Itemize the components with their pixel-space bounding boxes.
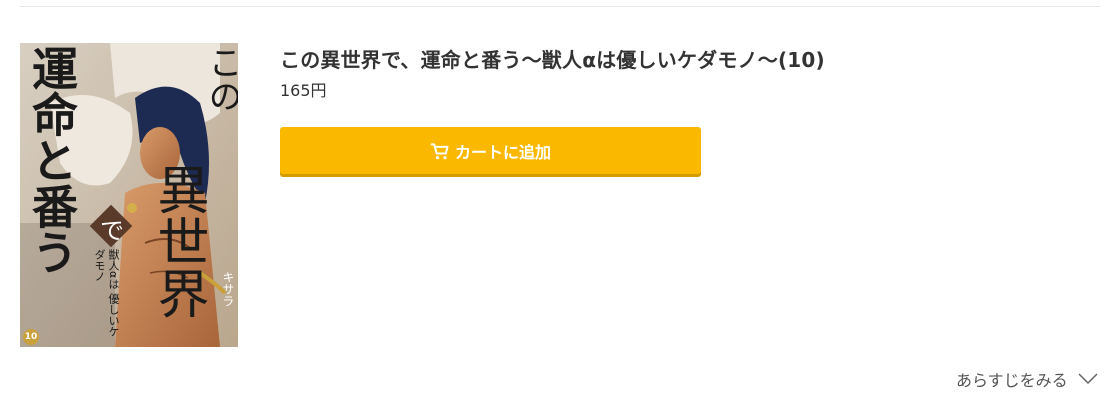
top-divider	[20, 6, 1100, 7]
cover-volume-badge: 10	[23, 329, 39, 345]
cover-subtitle: 獣人αは 優しいケダモノ	[93, 249, 120, 337]
product-price: 165円	[280, 81, 327, 100]
cover-title-particle-text: で	[100, 217, 124, 245]
chevron-down-icon	[1078, 373, 1098, 385]
book-cover-image[interactable]: 運命と番う この 異世界 で 獣人αは 優しいケダモノ キサラ 10	[20, 43, 238, 347]
product-title[interactable]: この異世界で、運命と番う～獣人αは優しいケダモノ～(10)	[280, 44, 825, 73]
cover-author: キサラ	[221, 271, 235, 307]
cover-title-main: 異世界	[148, 163, 208, 319]
cart-icon	[430, 142, 449, 159]
cover-title-left: 運命と番う	[25, 45, 79, 275]
synopsis-toggle[interactable]: あらすじをみる	[956, 367, 1098, 391]
synopsis-label: あらすじをみる	[956, 371, 1068, 390]
add-to-cart-button[interactable]: カートに追加	[280, 127, 701, 174]
cover-title-top: この	[202, 45, 238, 113]
add-to-cart-label: カートに追加	[454, 142, 551, 162]
